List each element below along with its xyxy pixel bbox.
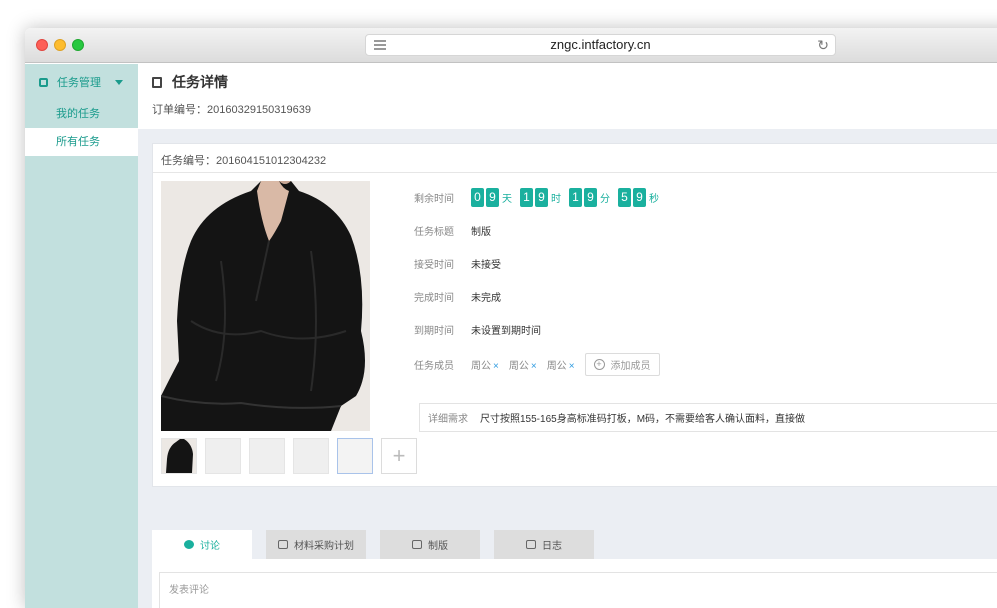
member-name: 周公 (508, 361, 529, 372)
due-time-label: 到期时间 (414, 326, 454, 337)
member-tag: 周公 × (471, 357, 499, 372)
task-number: 任务编号：201604151012304232 (161, 155, 327, 167)
garment-thumbnail-image (162, 439, 196, 473)
thumbnail-4[interactable] (293, 438, 329, 474)
product-photo (161, 181, 370, 431)
member-tag: 周公 × (509, 357, 537, 372)
accept-time-value: 未接受 (471, 260, 501, 271)
accept-time-label: 接受时间 (414, 260, 454, 271)
minutes-digit-1: 1 (569, 188, 582, 207)
row-accept-time: 接受时间 未接受 (414, 247, 997, 280)
comment-area: 发表评论 (152, 559, 997, 608)
comment-input[interactable]: 发表评论 (159, 572, 997, 608)
minutes-digit-2: 9 (584, 188, 597, 207)
remove-member-icon[interactable]: × (493, 361, 499, 372)
seconds-digit-1: 5 (618, 188, 631, 207)
remove-member-icon[interactable]: × (531, 361, 537, 372)
seconds-unit: 秒 (649, 194, 659, 205)
address-bar[interactable]: zngc.intfactory.cn ↻ (365, 34, 836, 56)
page-title-text: 任务详情 (172, 74, 228, 90)
tab-material-purchase-plan[interactable]: 材料采购计划 (266, 530, 366, 559)
tab-discussion-label: 讨论 (200, 541, 220, 552)
tab-pattern-label: 制版 (428, 541, 448, 552)
minimize-window-button[interactable] (54, 39, 66, 51)
reload-icon[interactable]: ↻ (817, 37, 829, 54)
sidebar-item-my-tasks[interactable]: 我的任务 (25, 100, 138, 128)
row-remaining-time: 剩余时间 0 9 天 1 9 时 1 9 分 5 9 秒 (414, 181, 997, 214)
briefcase-icon (39, 77, 48, 87)
url-text: zngc.intfactory.cn (550, 37, 651, 52)
tab-material-label: 材料采购计划 (294, 541, 354, 552)
thumbnail-5[interactable] (337, 438, 373, 474)
add-image-button[interactable]: + (381, 438, 417, 474)
book-icon (526, 540, 536, 549)
garment-image (161, 181, 370, 431)
complete-time-label: 完成时间 (414, 293, 454, 304)
remaining-time-label: 剩余时间 (414, 194, 454, 205)
member-tag: 周公 × (547, 357, 575, 372)
title-bar: zngc.intfactory.cn ↻ (25, 28, 997, 63)
tab-discussion[interactable]: 讨论 (152, 530, 252, 559)
hours-digit-2: 9 (535, 188, 548, 207)
chevron-down-icon (115, 79, 123, 85)
plus-circle-icon: + (593, 359, 605, 370)
cart-icon (278, 540, 288, 549)
detail-value: 尺寸按照155-165身高标准码打板，M码，不需要给客人确认面料，直接做 (480, 414, 806, 425)
seconds-digit-2: 9 (633, 188, 646, 207)
member-name: 周公 (471, 361, 491, 372)
sidebar: 任务管理 我的任务 所有任务 (25, 64, 138, 608)
detail-requirements: 详细需求 尺寸按照155-165身高标准码打板，M码，不需要给客人确认面料，直接… (419, 403, 997, 432)
sidebar-group-label: 任务管理 (57, 77, 101, 89)
thumbnail-3[interactable] (249, 438, 285, 474)
remove-member-icon[interactable]: × (569, 361, 575, 372)
complete-time-value: 未完成 (471, 293, 501, 304)
tab-log-label: 日志 (542, 541, 562, 552)
pattern-icon (412, 540, 422, 549)
task-card: 任务编号：201604151012304232 i (152, 143, 997, 487)
page-header: 任务详情 订单编号：20160329150319639 (138, 64, 997, 129)
maximize-window-button[interactable] (72, 39, 84, 51)
hours-digit-1: 1 (520, 188, 533, 207)
task-title-value[interactable]: 制版 (471, 223, 491, 238)
task-title-label: 任务标题 (414, 227, 454, 238)
due-time-value[interactable]: 未设置到期时间 (471, 322, 541, 337)
main-content: 任务详情 订单编号：20160329150319639 任务编号：2016041… (138, 64, 997, 608)
thumbnail-2[interactable] (205, 438, 241, 474)
row-complete-time: 完成时间 未完成 (414, 280, 997, 313)
row-members: 任务成员 周公 × 周公 × 周公 × + 添加成员 (414, 346, 997, 383)
tab-pattern[interactable]: 制版 (380, 530, 480, 559)
days-unit: 天 (502, 194, 512, 205)
countdown: 0 9 天 1 9 时 1 9 分 5 9 秒 (471, 188, 667, 207)
page-title: 任务详情 (152, 72, 228, 92)
days-digit-2: 9 (486, 188, 499, 207)
tab-bar: 讨论 材料采购计划 制版 日志 (152, 530, 594, 559)
hours-unit: 时 (551, 194, 561, 205)
browser-window: zngc.intfactory.cn ↻ 任务管理 我的任务 所有任务 任务详情… (25, 28, 997, 608)
sidebar-group-task-management[interactable]: 任务管理 (25, 64, 138, 100)
days-digit-1: 0 (471, 188, 484, 207)
sidebar-item-all-tasks[interactable]: 所有任务 (25, 128, 138, 156)
task-info: 剩余时间 0 9 天 1 9 时 1 9 分 5 9 秒 任务标题 制版 接受时… (414, 181, 997, 383)
member-name: 周公 (546, 361, 567, 372)
task-card-header: 任务编号：201604151012304232 i (153, 144, 997, 173)
row-task-title: 任务标题 制版 (414, 214, 997, 247)
thumbnail-1[interactable] (161, 438, 197, 474)
tab-log[interactable]: 日志 (494, 530, 594, 559)
thumbnail-strip: + (161, 438, 417, 474)
minutes-unit: 分 (600, 194, 610, 205)
add-member-label: 添加成员 (610, 361, 651, 372)
row-due-time: 到期时间 未设置到期时间 (414, 313, 997, 346)
document-icon (152, 76, 162, 88)
detail-label: 详细需求 (428, 414, 468, 425)
close-window-button[interactable] (36, 39, 48, 51)
comment-icon (184, 540, 194, 549)
add-member-button[interactable]: + 添加成员 (584, 353, 660, 376)
order-number: 订单编号：20160329150319639 (152, 104, 312, 116)
members-label: 任务成员 (414, 361, 454, 372)
